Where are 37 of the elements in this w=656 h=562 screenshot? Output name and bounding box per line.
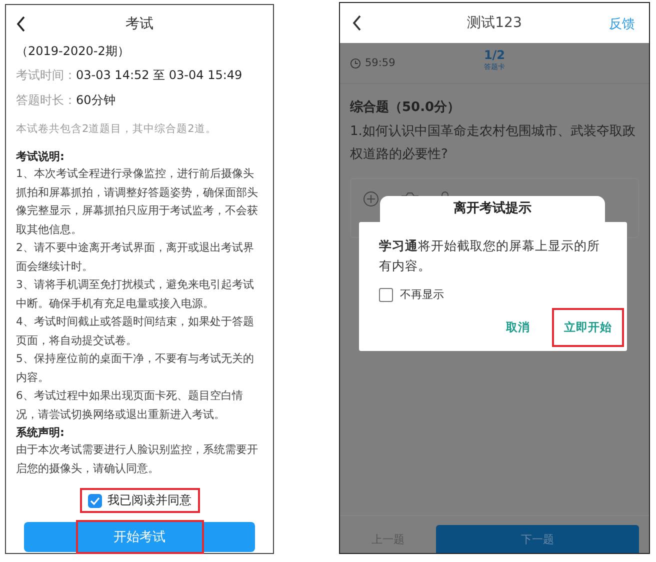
info-label: 答题时长：	[16, 92, 76, 108]
cancel-button[interactable]: 取消	[494, 312, 542, 343]
info-value: 03-03 14:52 至 03-04 15:49	[76, 66, 242, 84]
rule-paragraph: 5、保持座位前的桌面干净，不要有与考试无关的内容。	[16, 351, 255, 386]
dialog-title: 离开考试提示	[454, 201, 532, 217]
back-icon[interactable]	[352, 15, 362, 31]
agree-checkbox[interactable]: 我已阅读并同意	[88, 492, 192, 509]
checkbox-box[interactable]	[88, 494, 102, 508]
rule-paragraph: 6、考试过程中如果出现页面卡死、题目空白情况，请尝试切换网络或退出重新进入考试。	[16, 388, 244, 422]
clock-icon	[350, 58, 361, 68]
start-exam-button[interactable]: 开始考试	[78, 522, 202, 552]
question-text: 1.如何认识中国革命走农村包围城市、武装夺取政权道路的必要性?	[350, 123, 636, 164]
section-heading: 系统声明:	[16, 425, 66, 441]
question-type: 综合题（50.0分）	[350, 98, 462, 116]
rule-paragraph: 由于本次考试需要进行人脸识别监控，系统需要开启您的摄像头，请确认同意。	[16, 442, 259, 476]
dont-show-checkbox[interactable]: 不再显示	[379, 287, 607, 302]
info-label: 考试时间：	[16, 66, 76, 84]
feedback-link[interactable]: 反馈	[609, 15, 635, 33]
checkmark-icon	[88, 494, 100, 506]
section-heading: 考试说明:	[16, 149, 66, 165]
summary-text: 本试卷共包含2道题目，其中综合题2道。	[16, 122, 218, 136]
back-icon[interactable]	[16, 16, 26, 32]
rule-paragraph: 2、请不要中途离开考试界面，离开或退出考试界面会继续计时。	[16, 240, 255, 274]
screen-title: 考试	[126, 15, 154, 33]
next-button[interactable]: 下一题	[436, 525, 639, 553]
rule-paragraph: 4、考试时间截止或答题时间结束，如果处于答题页面，将自动提交试卷。	[16, 314, 255, 348]
add-icon[interactable]	[363, 191, 379, 207]
rule-paragraph: 1、本次考试全程进行录像监控，进行前后摄像头抓拍和屏幕抓拍，请调整好答题姿势，确保面部头像完整显示，屏幕抓拍只应用于考试监考，不会获取其他信息。	[16, 166, 259, 238]
screen-title: 测试123	[467, 14, 522, 32]
checkbox-box[interactable]	[379, 288, 393, 302]
term-label: （2019-2020-2期）	[16, 43, 130, 60]
info-value: 60分钟	[76, 92, 116, 108]
progress-text: 1/2	[484, 48, 506, 62]
timer-text: 59:59	[365, 57, 396, 69]
start-now-button[interactable]: 立即开始	[552, 308, 624, 347]
dialog-message: 学习通将开始截取您的屏幕上显示的所有内容。	[379, 237, 601, 275]
rule-paragraph: 3、请将手机调至免打扰模式，避免来电引起考试中断。确保手机有充足电量或接入电源。	[16, 277, 255, 312]
